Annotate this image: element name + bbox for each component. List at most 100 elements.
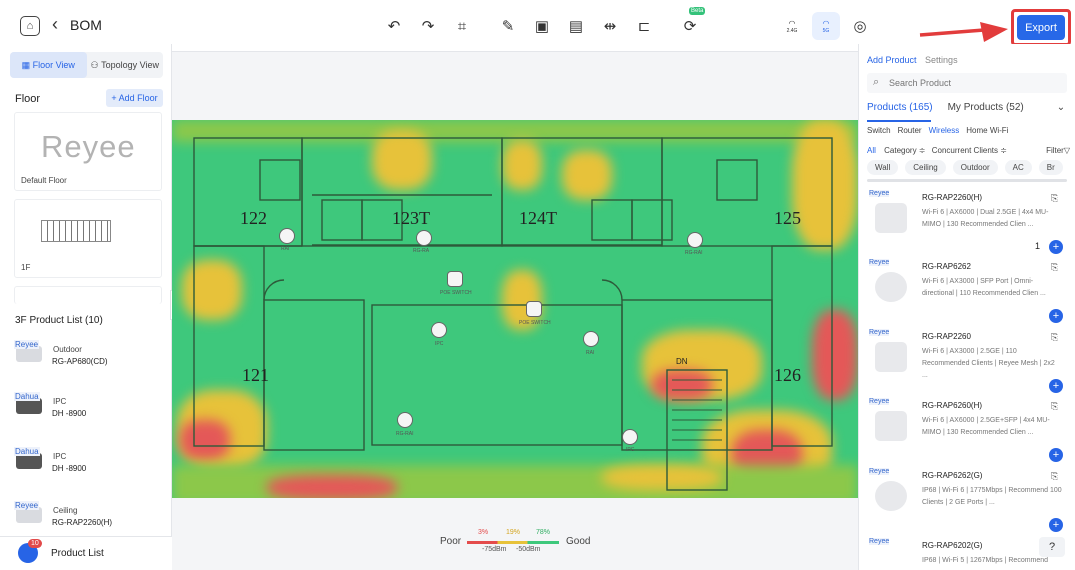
- list-item[interactable]: Dahua IPC DH -8900: [14, 447, 164, 483]
- add-product-icon[interactable]: +: [1049, 518, 1063, 532]
- page-title: BOM: [70, 17, 102, 33]
- product-card[interactable]: Reyee RG-RAP2260 Wi-Fi 6 | AX3000 | 2.5G…: [867, 329, 1072, 395]
- card-desc: IP68 | Wi-Fi 5 | 1267Mbps | Recommend: [922, 557, 1049, 564]
- product-type: IPC: [53, 397, 67, 406]
- tab-topology-view[interactable]: ⚇ Topology View: [87, 52, 164, 78]
- collapse-icon[interactable]: ⌄: [1057, 102, 1065, 120]
- list-item[interactable]: Reyee Ceiling RG-RAP2260(H): [14, 501, 164, 537]
- switch-icon[interactable]: [526, 301, 542, 317]
- tab-my-products[interactable]: My Products (52): [948, 102, 1024, 120]
- product-type: Ceiling: [53, 506, 78, 515]
- cat-router[interactable]: Router: [898, 126, 922, 135]
- datasheet-icon[interactable]: ⎘: [1051, 401, 1058, 412]
- measure-icon[interactable]: ⇹: [596, 12, 624, 40]
- floor-label: 1F: [21, 263, 31, 272]
- redo-icon[interactable]: ↷: [414, 12, 442, 40]
- access-point-icon[interactable]: [583, 331, 599, 347]
- datasheet-icon[interactable]: ⎘: [1051, 332, 1058, 343]
- band-24g-icon[interactable]: ◠ 2.4G: [778, 12, 806, 40]
- filter-clients[interactable]: Concurrent Clients ≑: [932, 146, 1007, 155]
- tab-settings[interactable]: Settings: [925, 55, 958, 65]
- undo-icon[interactable]: ↶: [380, 12, 408, 40]
- access-point-icon[interactable]: [687, 232, 703, 248]
- datasheet-icon[interactable]: ⎘: [1051, 262, 1058, 273]
- device-label: IPC: [626, 447, 635, 453]
- help-button[interactable]: ?: [1039, 537, 1065, 557]
- product-card[interactable]: Reyee RG-RAP6262 Wi-Fi 6 | AX3000 | SFP …: [867, 259, 1072, 325]
- draw-wall-icon[interactable]: ▤: [562, 12, 590, 40]
- card-brand: Reyee: [869, 329, 890, 336]
- access-point-icon[interactable]: [397, 412, 413, 428]
- floor-card-1f[interactable]: 1F: [14, 199, 162, 278]
- datasheet-icon[interactable]: ⎘: [1051, 193, 1058, 204]
- legend-green-pct: 78%: [536, 529, 551, 536]
- floor-plan-canvas[interactable]: 122 123T 124T 125 121 126 DN RAI RG-RA P…: [172, 120, 858, 498]
- room-label-121: 121: [242, 365, 269, 385]
- device-label: RAI: [586, 350, 595, 356]
- legend-dbm-high: -50dBm: [516, 546, 541, 553]
- add-floor-button[interactable]: + Add Floor: [106, 89, 163, 107]
- search-input[interactable]: [889, 75, 1059, 91]
- auto-plan-icon[interactable]: ⟳ Beta: [676, 7, 706, 40]
- floor-view-icon: ▦: [21, 59, 33, 70]
- list-item[interactable]: Reyee Outdoor RG-AP680(CD): [14, 340, 164, 376]
- camera-icon[interactable]: [431, 322, 447, 338]
- filter-button[interactable]: Filter▽: [1046, 146, 1070, 155]
- tab-add-product[interactable]: Add Product: [867, 55, 917, 65]
- add-product-icon[interactable]: +: [1049, 379, 1063, 393]
- product-card[interactable]: Reyee RG-RAP6262(G) IP68 | Wi-Fi 6 | 177…: [867, 468, 1072, 534]
- list-item[interactable]: Dahua IPC DH -8900: [14, 392, 164, 428]
- card-desc: Wi-Fi 6 | AX6000 | 2.5GE+SFP | 4x4 MU-MI…: [922, 417, 1050, 436]
- cat-home-wifi[interactable]: Home Wi-Fi: [966, 126, 1008, 135]
- crop-icon[interactable]: ⌗: [448, 12, 476, 40]
- product-brand: Dahua: [14, 447, 40, 456]
- product-card[interactable]: Reyee RG-RAP2260(H) Wi-Fi 6 | AX6000 | D…: [867, 190, 1072, 256]
- ai-layout-icon[interactable]: ▣: [528, 12, 556, 40]
- switch-icon[interactable]: [447, 271, 463, 287]
- chips-scrollbar[interactable]: [867, 179, 1067, 182]
- floor-card-3f[interactable]: [14, 286, 162, 304]
- floor-label: Default Floor: [21, 176, 67, 185]
- cat-switch[interactable]: Switch: [867, 126, 891, 135]
- band-5g-icon[interactable]: ◠ 5G: [812, 12, 840, 40]
- left-panel: ▦ Floor View ⚇ Topology View Floor + Add…: [0, 44, 172, 570]
- add-product-icon[interactable]: +: [1049, 309, 1063, 323]
- floor-heading: Floor: [15, 93, 41, 105]
- tab-products[interactable]: Products (165): [867, 102, 933, 120]
- product-list-footer[interactable]: 10 Product List: [0, 536, 172, 570]
- add-product-icon[interactable]: +: [1049, 448, 1063, 462]
- tab-floor-view[interactable]: ▦ Floor View: [10, 52, 87, 78]
- chip-br[interactable]: Br: [1038, 160, 1063, 175]
- ruler-icon[interactable]: ✎: [494, 12, 522, 40]
- cat-wireless[interactable]: Wireless: [929, 126, 960, 135]
- access-point-icon[interactable]: [279, 228, 295, 244]
- card-name: RG-RAP6262: [922, 262, 971, 271]
- camera-icon[interactable]: [622, 429, 638, 445]
- door-icon[interactable]: ⊏: [630, 12, 658, 40]
- card-brand: Reyee: [869, 190, 890, 197]
- home-icon[interactable]: ⌂: [20, 16, 40, 36]
- product-image: [875, 411, 907, 441]
- floor-card-default[interactable]: Reyee Default Floor: [14, 112, 162, 191]
- topology-icon: ⚇: [90, 59, 102, 70]
- export-button[interactable]: Export: [1017, 15, 1065, 40]
- filter-all[interactable]: All: [867, 146, 876, 155]
- chip-ceiling[interactable]: Ceiling: [905, 160, 946, 175]
- product-card[interactable]: Reyee RG-RAP6260(H) Wi-Fi 6 | AX6000 | 2…: [867, 398, 1072, 464]
- card-brand: Reyee: [869, 538, 890, 545]
- legend-good-label: Good: [566, 536, 591, 547]
- product-image: [875, 272, 907, 302]
- chip-ac[interactable]: AC: [1004, 160, 1032, 175]
- filter-category[interactable]: Category ≑: [884, 146, 925, 155]
- chip-wall[interactable]: Wall: [867, 160, 899, 175]
- room-label-124t: 124T: [519, 208, 557, 228]
- add-product-icon[interactable]: +: [1049, 240, 1063, 254]
- location-pin-icon[interactable]: ◎: [846, 12, 874, 40]
- access-point-icon[interactable]: [416, 230, 432, 246]
- band-toolbar: ◠ 2.4G ◠ 5G ◎: [778, 12, 874, 40]
- back-chevron-icon[interactable]: ‹: [52, 14, 58, 35]
- card-name: RG-RAP2260(H): [922, 193, 983, 202]
- datasheet-icon[interactable]: ⎘: [1051, 471, 1058, 482]
- product-model: DH -8900: [52, 464, 87, 473]
- chip-outdoor[interactable]: Outdoor: [952, 160, 998, 175]
